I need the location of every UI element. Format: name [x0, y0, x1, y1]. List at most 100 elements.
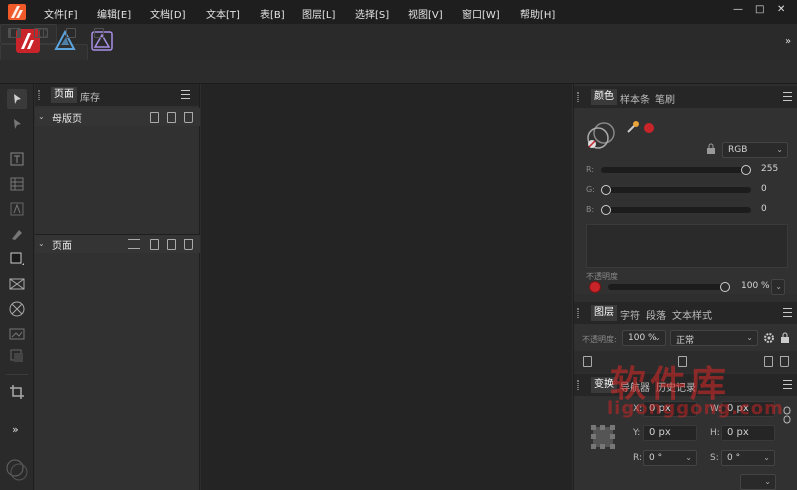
- crop-tool-icon[interactable]: [7, 382, 27, 402]
- blend-mode-dropdown[interactable]: 正常 ⌄: [670, 330, 758, 346]
- shear-value: 0 °: [727, 453, 741, 463]
- menu-table[interactable]: 表[B]: [260, 6, 285, 21]
- menu-file[interactable]: 文件[F]: [44, 6, 78, 21]
- menu-help[interactable]: 帮助[H]: [520, 6, 555, 21]
- fill-tool-icon[interactable]: [7, 346, 27, 366]
- anchor-selector-icon[interactable]: [590, 424, 616, 450]
- tab-stock[interactable]: 库存: [80, 89, 100, 104]
- tab-brushes[interactable]: 笔刷: [655, 91, 675, 106]
- transform-options-button[interactable]: ⌄: [740, 474, 776, 490]
- document-canvas[interactable]: [201, 84, 572, 490]
- panel-grip-icon[interactable]: [38, 90, 40, 100]
- chevron-down-icon[interactable]: ⌄: [38, 112, 45, 121]
- tab-character[interactable]: 字符: [620, 307, 640, 322]
- pages-panel-menu-icon[interactable]: [181, 90, 190, 99]
- ellipse-frame-tool-icon[interactable]: [7, 299, 27, 319]
- transform-panel-menu-icon[interactable]: [783, 380, 792, 389]
- rotation-field[interactable]: 0 ° ⌄: [643, 450, 697, 466]
- r-slider-track[interactable]: [601, 167, 751, 173]
- tools-divider: [6, 374, 28, 375]
- delete-layer-icon[interactable]: [780, 356, 789, 367]
- menu-edit[interactable]: 编辑[E]: [97, 6, 131, 21]
- place-image-tool-icon[interactable]: [7, 324, 27, 344]
- menu-text[interactable]: 文本[T]: [206, 6, 240, 21]
- g-label: G:: [586, 185, 595, 194]
- y-field[interactable]: 0 px: [643, 425, 697, 441]
- panel-grip-icon[interactable]: [577, 308, 579, 318]
- tab-layers[interactable]: 图层: [591, 305, 617, 321]
- opacity-dropdown-button[interactable]: ⌄: [771, 279, 785, 295]
- menu-window[interactable]: 窗口[W]: [462, 6, 500, 21]
- lock-icon[interactable]: [704, 142, 718, 156]
- chevron-down-icon: ⌄: [685, 453, 692, 462]
- add-master-icon[interactable]: [150, 112, 159, 123]
- link-proportions-icon[interactable]: [783, 406, 791, 424]
- opacity-slider-track[interactable]: [608, 284, 730, 290]
- expand-tools-button[interactable]: »: [12, 423, 19, 436]
- panel-grip-icon[interactable]: [577, 92, 579, 102]
- menu-bar: 文件[F] 编辑[E] 文档[D] 文本[T] 表[B] 图层[L] 选择[S]…: [0, 0, 797, 24]
- color-mode-dropdown[interactable]: RGB ⌄: [722, 142, 788, 158]
- layers-panel-menu-icon[interactable]: [783, 308, 792, 317]
- duplicate-page-icon[interactable]: [167, 239, 176, 250]
- tab-swatches[interactable]: 样本条: [620, 91, 650, 106]
- picture-frame-tool-icon[interactable]: [7, 274, 27, 294]
- g-value[interactable]: 0: [761, 184, 767, 194]
- color-preview-box: [586, 224, 788, 268]
- duplicate-master-icon[interactable]: [167, 112, 176, 123]
- close-button[interactable]: ✕: [777, 4, 785, 15]
- opacity-value[interactable]: 100 %: [741, 281, 770, 291]
- add-page-icon[interactable]: [150, 239, 159, 250]
- right-panels: 颜色 样本条 笔刷 RGB ⌄ R: 255 G: 0 B: 0 不透明度 10…: [573, 84, 797, 490]
- fill-stroke-well-icon[interactable]: [586, 120, 622, 152]
- color-panel-menu-icon[interactable]: [783, 92, 792, 101]
- tab-text-styles[interactable]: 文本样式: [672, 307, 712, 322]
- move-tool-icon[interactable]: [7, 89, 27, 109]
- artistic-text-tool-icon[interactable]: [7, 199, 27, 219]
- rectangle-tool-icon[interactable]: [7, 249, 27, 269]
- toolbar-overflow-button[interactable]: »: [785, 36, 791, 47]
- menu-view[interactable]: 视图[V]: [408, 6, 443, 21]
- layer-opacity-value: 100 %: [628, 333, 657, 343]
- master-pages-header[interactable]: ⌄ 母版页: [35, 108, 200, 126]
- add-layer-icon[interactable]: [764, 356, 773, 367]
- b-value[interactable]: 0: [761, 204, 767, 214]
- delete-page-icon[interactable]: [184, 239, 193, 250]
- menu-layer[interactable]: 图层[L]: [302, 6, 335, 21]
- b-slider-track[interactable]: [601, 207, 751, 213]
- color-wheel-icon[interactable]: [4, 457, 30, 483]
- pages-header[interactable]: ⌄ 页面: [35, 235, 200, 253]
- layer-mask-icon[interactable]: [583, 356, 592, 367]
- tab-color[interactable]: 颜色: [591, 89, 617, 105]
- tab-pages[interactable]: 页面: [51, 87, 77, 103]
- panel-grip-icon[interactable]: [577, 380, 579, 390]
- delete-master-icon[interactable]: [184, 112, 193, 123]
- page-options-icon[interactable]: [128, 239, 140, 249]
- b-slider-knob[interactable]: [601, 205, 611, 215]
- opacity-slider-knob[interactable]: [720, 282, 730, 292]
- h-field[interactable]: 0 px: [721, 425, 775, 441]
- minimize-button[interactable]: —: [733, 4, 743, 15]
- r-slider-knob[interactable]: [741, 165, 751, 175]
- current-color-swatch[interactable]: [644, 123, 654, 133]
- g-slider-knob[interactable]: [601, 185, 611, 195]
- maximize-button[interactable]: □: [755, 4, 764, 15]
- node-tool-icon[interactable]: [7, 114, 27, 134]
- pen-tool-icon[interactable]: [7, 224, 27, 244]
- menu-document[interactable]: 文档[D]: [150, 6, 186, 21]
- frame-text-tool-icon[interactable]: [7, 149, 27, 169]
- layer-settings-gear-icon[interactable]: [763, 332, 775, 344]
- shear-field[interactable]: 0 ° ⌄: [721, 450, 775, 466]
- y-label: Y:: [633, 428, 641, 438]
- color-picker-icon[interactable]: [626, 120, 640, 134]
- tab-paragraph[interactable]: 段落: [646, 307, 666, 322]
- chevron-down-icon[interactable]: ⌄: [38, 239, 45, 248]
- g-slider-track[interactable]: [601, 187, 751, 193]
- table-tool-icon[interactable]: [7, 174, 27, 194]
- h-label: H:: [710, 428, 720, 438]
- layer-lock-icon[interactable]: [780, 332, 790, 344]
- r-value[interactable]: 255: [761, 164, 778, 174]
- publisher-app-icon: [8, 4, 26, 20]
- menu-select[interactable]: 选择[S]: [355, 6, 389, 21]
- layer-opacity-dropdown[interactable]: 100 % ⌄: [622, 330, 666, 346]
